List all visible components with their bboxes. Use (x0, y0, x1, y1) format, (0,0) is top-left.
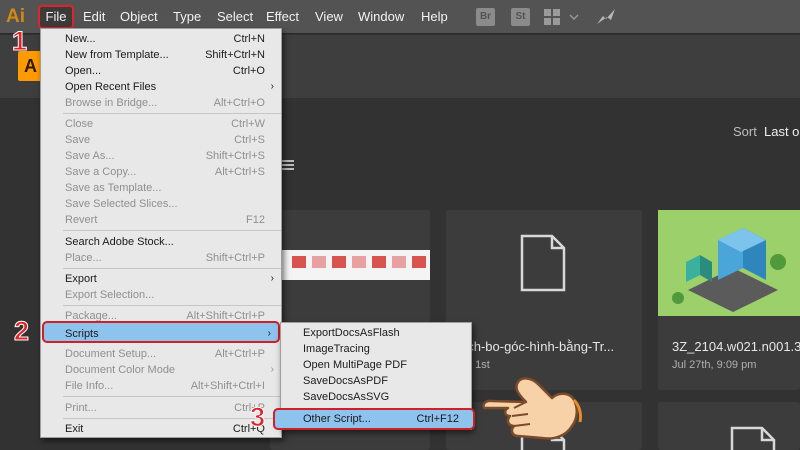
menu-window[interactable]: Window (358, 9, 404, 24)
menu-item-export-selection: Export Selection... (65, 289, 155, 301)
menu-item-print: Print... Ctrl+P (65, 402, 265, 414)
step-number-2: 2 (13, 316, 30, 347)
menu-item-search-adobe-stock[interactable]: Search Adobe Stock... (41, 234, 281, 250)
menu-view[interactable]: View (315, 9, 343, 24)
menu-item-open[interactable]: Open... Ctrl+O (41, 63, 281, 79)
menu-item-browse-in-bridge: Browse in Bridge... Alt+Ctrl+O (65, 97, 265, 109)
card-date: Jul 27th, 9:09 pm (672, 359, 757, 371)
menu-item-revert: Revert F12 (65, 214, 265, 226)
bridge-icon[interactable]: Br (476, 8, 495, 26)
sort-label: Sort (733, 124, 757, 139)
menu-separator (63, 305, 281, 306)
menu-separator (63, 113, 281, 114)
menu-item-save-a-copy: Save a Copy... Alt+Ctrl+S (65, 166, 265, 178)
submenu-arrow-icon: › (270, 273, 274, 284)
list-view-icon[interactable] (282, 160, 294, 170)
menu-item-save: Save Ctrl+S (65, 134, 265, 146)
menu-item-new-from-template[interactable]: New from Template... Shift+Ctrl+N (41, 47, 281, 63)
submenu-arrow-icon: › (267, 328, 271, 339)
menu-select[interactable]: Select (217, 9, 253, 24)
menu-item-scripts[interactable]: Scripts › (42, 321, 280, 343)
menu-item-document-color-mode: Document Color Mode › (65, 364, 274, 376)
script-item-save-docs-as-svg[interactable]: SaveDocsAsSVG (281, 389, 471, 405)
menu-item-exit[interactable]: Exit Ctrl+Q (41, 421, 281, 437)
submenu-arrow-icon: › (270, 81, 274, 92)
script-item-export-docs-as-flash[interactable]: ExportDocsAsFlash (281, 325, 471, 341)
step-number-1: 1 (11, 26, 28, 57)
menu-item-export[interactable]: Export › (41, 271, 281, 287)
menu-effect[interactable]: Effect (266, 9, 299, 24)
file-menu: New... Ctrl+N New from Template... Shift+C… (40, 28, 282, 438)
recent-file-card[interactable]: 3Z_2104.w021.n001.37 Jul 27th, 9:09 pm (658, 210, 800, 390)
menu-separator (63, 230, 281, 231)
menu-item-save-selected-slices: Save Selected Slices... (65, 198, 178, 210)
script-item-save-docs-as-pdf[interactable]: SaveDocsAsPDF (281, 373, 471, 389)
menu-file[interactable]: File (38, 5, 74, 29)
app-logo: Ai (6, 6, 25, 27)
pointing-hand-icon (482, 377, 582, 440)
script-item-open-multipage-pdf[interactable]: Open MultiPage PDF (281, 357, 471, 373)
script-item-image-tracing[interactable]: ImageTracing (281, 341, 471, 357)
menu-item-save-as: Save As... Shift+Ctrl+S (65, 150, 265, 162)
menu-edit[interactable]: Edit (83, 9, 105, 24)
document-icon (520, 234, 566, 292)
scripts-submenu: ExportDocsAsFlash ImageTracing Open Mult… (273, 322, 475, 430)
step-number-3: 3 (249, 402, 266, 433)
menu-type[interactable]: Type (173, 9, 201, 24)
document-icon (730, 426, 776, 450)
recent-file-card[interactable] (658, 402, 800, 450)
menu-separator (63, 396, 281, 397)
workspace-switcher-icon[interactable] (544, 9, 580, 25)
file-thumbnail (280, 250, 430, 280)
submenu-arrow-icon: › (270, 364, 274, 375)
menu-help[interactable]: Help (421, 9, 448, 24)
menu-item-close: Close Ctrl+W (65, 118, 265, 130)
sort-dropdown[interactable]: Last o (764, 124, 799, 139)
file-thumbnail (658, 210, 800, 316)
menu-object[interactable]: Object (120, 9, 158, 24)
menu-item-open-recent[interactable]: Open Recent Files › (41, 79, 281, 95)
card-title: 3Z_2104.w021.n001.37 (672, 339, 800, 354)
touch-workspace-icon[interactable] (595, 7, 617, 27)
menu-item-new[interactable]: New... Ctrl+N (41, 31, 281, 47)
menu-item-document-setup: Document Setup... Alt+Ctrl+P (65, 348, 265, 360)
menu-separator (63, 268, 281, 269)
menu-item-place: Place... Shift+Ctrl+P (65, 252, 265, 264)
menu-item-file-info: File Info... Alt+Shift+Ctrl+I (65, 380, 265, 392)
menu-separator (63, 418, 281, 419)
menu-item-save-as-template: Save as Template... (65, 182, 162, 194)
stock-icon[interactable]: St (511, 8, 530, 26)
script-item-other-script[interactable]: Other Script... Ctrl+F12 (273, 408, 475, 430)
